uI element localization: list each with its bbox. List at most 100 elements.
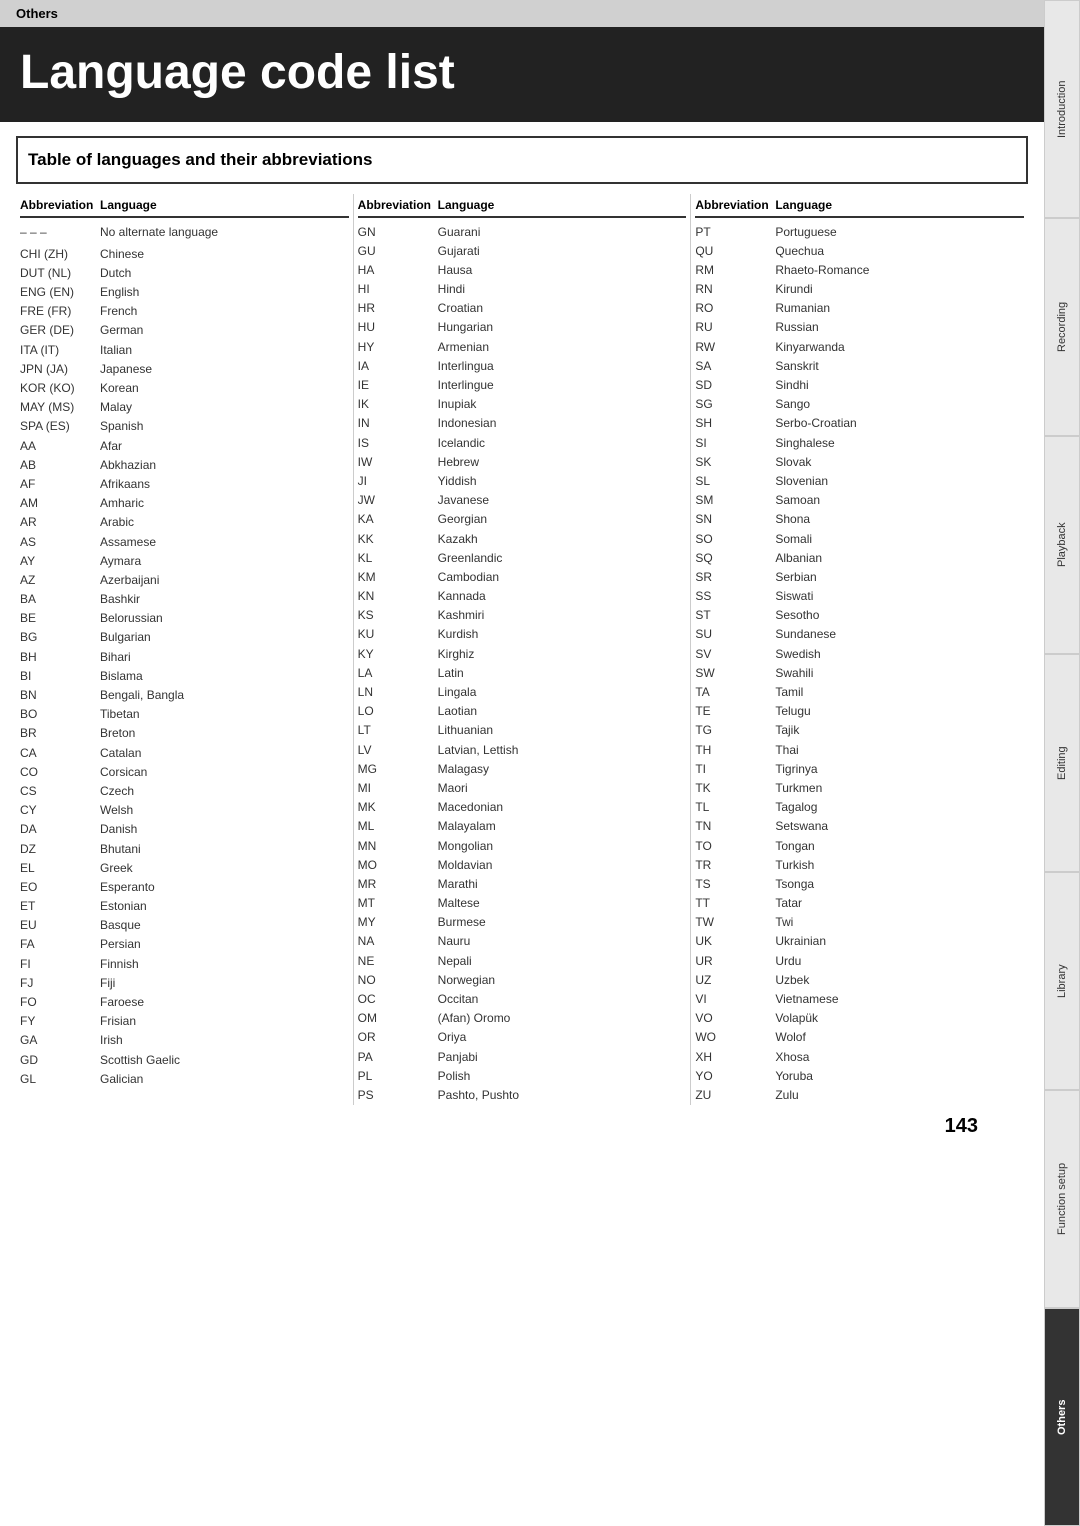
lang-name: Somali — [775, 531, 812, 547]
lang-abbr: CA — [20, 745, 100, 761]
lang-abbr: MK — [358, 799, 438, 815]
lang-abbr: ET — [20, 898, 100, 914]
lang-name: Rhaeto-Romance — [775, 262, 869, 278]
lang-abbr: SQ — [695, 550, 775, 566]
top-bar: Others — [0, 0, 1080, 27]
lang-row: SQAlbanian — [695, 548, 1024, 567]
lang-name: Hungarian — [438, 319, 493, 335]
lang-abbr: TR — [695, 857, 775, 873]
sidebar-tab-function-setup[interactable]: Function setup — [1044, 1090, 1080, 1308]
lang-name: Lithuanian — [438, 722, 493, 738]
lang-abbr: AZ — [20, 572, 100, 588]
lang-abbr: FI — [20, 956, 100, 972]
lang-abbr: TG — [695, 722, 775, 738]
sidebar-tab-library[interactable]: Library — [1044, 872, 1080, 1090]
sidebar-tab-playback[interactable]: Playback — [1044, 436, 1080, 654]
lang-abbr: KL — [358, 550, 438, 566]
col-header-lang-2: Language — [775, 198, 832, 212]
lang-abbr: AR — [20, 514, 100, 530]
sidebar-tab-introduction[interactable]: Introduction — [1044, 0, 1080, 218]
lang-abbr: MO — [358, 857, 438, 873]
lang-name: Sundanese — [775, 626, 836, 642]
lang-abbr: GL — [20, 1071, 100, 1087]
lang-name: Cambodian — [438, 569, 499, 585]
lang-abbr: SH — [695, 415, 775, 431]
lang-name: Bihari — [100, 649, 131, 665]
lang-abbr: EO — [20, 879, 100, 895]
lang-row: BNBengali, Bangla — [20, 686, 349, 705]
lang-name: Kirghiz — [438, 646, 475, 662]
lang-row: SDSindhi — [695, 376, 1024, 395]
lang-name: Nepali — [438, 953, 472, 969]
lang-abbr: SW — [695, 665, 775, 681]
lang-row: NONorwegian — [358, 970, 687, 989]
lang-row: ISIcelandic — [358, 433, 687, 452]
lang-name: Serbo-Croatian — [775, 415, 856, 431]
lang-name: Hebrew — [438, 454, 479, 470]
lang-abbr: NO — [358, 972, 438, 988]
lang-row: TWTwi — [695, 913, 1024, 932]
lang-row: CHI (ZH)Chinese — [20, 244, 349, 263]
lang-name: Marathi — [438, 876, 478, 892]
lang-row: TOTongan — [695, 836, 1024, 855]
lang-abbr: EL — [20, 860, 100, 876]
lang-row: KUKurdish — [358, 625, 687, 644]
lang-abbr: HU — [358, 319, 438, 335]
lang-name: Thai — [775, 742, 798, 758]
lang-abbr: BE — [20, 610, 100, 626]
lang-row: BIBislama — [20, 666, 349, 685]
lang-name: Greenlandic — [438, 550, 503, 566]
lang-name: Pashto, Pushto — [438, 1087, 519, 1103]
lang-name: Bengali, Bangla — [100, 687, 184, 703]
lang-row: SOSomali — [695, 529, 1024, 548]
sidebar-tab-others[interactable]: Others — [1044, 1308, 1080, 1526]
lang-name: Polish — [438, 1068, 471, 1084]
lang-abbr: SO — [695, 531, 775, 547]
lang-name: Welsh — [100, 802, 133, 818]
lang-name: Macedonian — [438, 799, 503, 815]
lang-abbr: AA — [20, 438, 100, 454]
lang-name: Turkish — [775, 857, 814, 873]
lang-name: Setswana — [775, 818, 828, 834]
lang-row: VIVietnamese — [695, 990, 1024, 1009]
lang-row: THThai — [695, 740, 1024, 759]
lang-row: AYAymara — [20, 551, 349, 570]
right-sidebar: IntroductionRecordingPlaybackEditingLibr… — [1044, 0, 1080, 1526]
lang-row: ELGreek — [20, 858, 349, 877]
sidebar-tab-recording[interactable]: Recording — [1044, 218, 1080, 436]
lang-row: DUT (NL)Dutch — [20, 263, 349, 282]
lang-row: SRSerbian — [695, 567, 1024, 586]
lang-row: STSesotho — [695, 606, 1024, 625]
lang-row: VOVolapük — [695, 1009, 1024, 1028]
lang-abbr: YO — [695, 1068, 775, 1084]
lang-row: ENG (EN)English — [20, 283, 349, 302]
lang-abbr: TA — [695, 684, 775, 700]
lang-row: RORumanian — [695, 299, 1024, 318]
lang-row: RMRhaeto-Romance — [695, 260, 1024, 279]
lang-abbr: SA — [695, 358, 775, 374]
lang-name: Tibetan — [100, 706, 140, 722]
lang-abbr: BG — [20, 629, 100, 645]
lang-name: No alternate language — [100, 224, 218, 240]
lang-abbr: LA — [358, 665, 438, 681]
lang-abbr: RM — [695, 262, 775, 278]
lang-row: HAHausa — [358, 260, 687, 279]
lang-abbr: ITA (IT) — [20, 342, 100, 358]
sidebar-tab-editing[interactable]: Editing — [1044, 654, 1080, 872]
lang-row: TATamil — [695, 683, 1024, 702]
lang-row: FYFrisian — [20, 1012, 349, 1031]
lang-name: Slovenian — [775, 473, 828, 489]
col-header-abbr-0: Abbreviation — [20, 198, 100, 212]
lang-abbr: TL — [695, 799, 775, 815]
lang-abbr: MT — [358, 895, 438, 911]
lang-name: Lingala — [438, 684, 477, 700]
lang-row: SSSiswati — [695, 587, 1024, 606]
lang-abbr: DUT (NL) — [20, 265, 100, 281]
lang-row: IAInterlingua — [358, 356, 687, 375]
lang-abbr: KU — [358, 626, 438, 642]
lang-row: OROriya — [358, 1028, 687, 1047]
lang-abbr: KM — [358, 569, 438, 585]
lang-name: Volapük — [775, 1010, 818, 1026]
lang-name: Zulu — [775, 1087, 798, 1103]
lang-row: PLPolish — [358, 1066, 687, 1085]
